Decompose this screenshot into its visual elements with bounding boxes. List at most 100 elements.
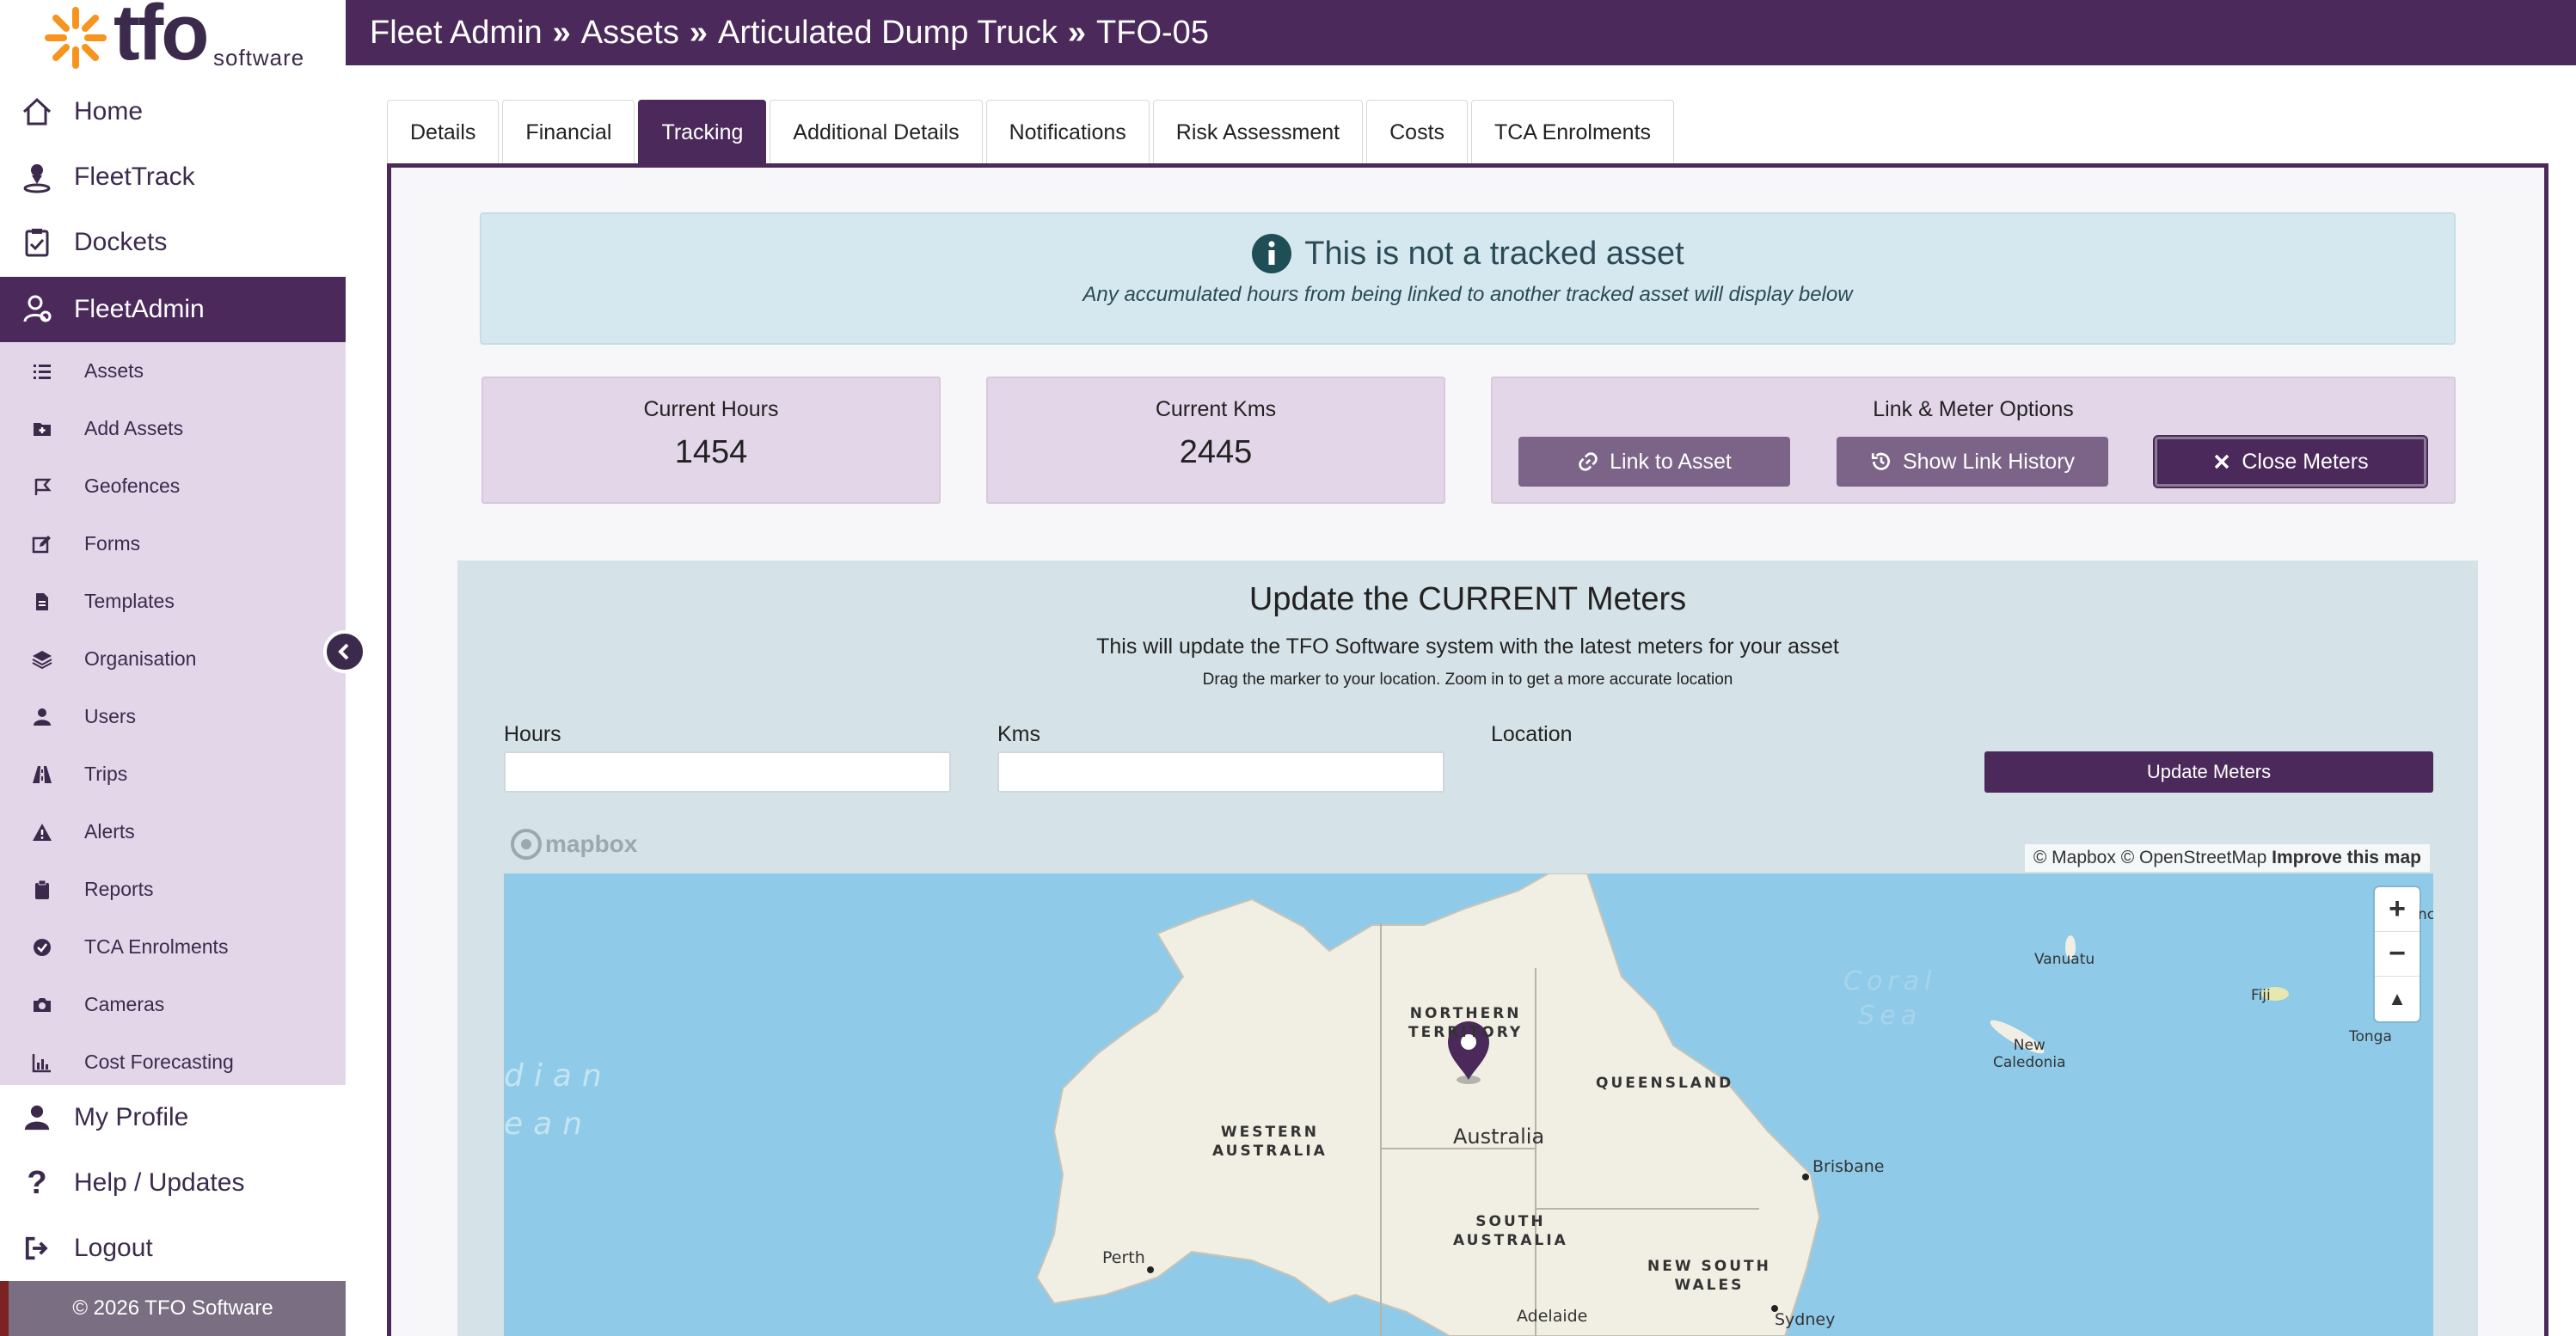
map-attribution: © Mapbox © OpenStreetMap Improve this ma… bbox=[2024, 844, 2430, 872]
sidebar-item-templates[interactable]: Templates bbox=[0, 573, 346, 630]
location-map[interactable]: NORTHERN TERRITORY QUEENSLAND WESTERN AUST… bbox=[504, 873, 2433, 1336]
sidebar-item-reports[interactable]: Reports bbox=[0, 861, 346, 918]
tab-additional-details[interactable]: Additional Details bbox=[770, 100, 983, 165]
nav-logout[interactable]: Logout bbox=[0, 1216, 346, 1281]
map-label-qld: QUEENSLAND bbox=[1596, 1075, 1734, 1092]
current-hours-label: Current Hours bbox=[643, 397, 779, 421]
sidebar-item-geofences[interactable]: Geofences bbox=[0, 457, 346, 515]
minus-icon: − bbox=[2389, 937, 2406, 970]
mapbox-logo[interactable]: mapbox bbox=[511, 829, 637, 860]
show-link-history-button[interactable]: Show Link History bbox=[1837, 437, 2108, 487]
link-icon bbox=[1579, 452, 1598, 471]
update-meters-hint: Drag the marker to your location. Zoom i… bbox=[1202, 671, 1733, 689]
sidebar-item-cameras[interactable]: Cameras bbox=[0, 976, 346, 1033]
current-kms-value: 2445 bbox=[1179, 434, 1253, 470]
mapbox-brand-text: mapbox bbox=[545, 830, 638, 857]
nav-fleetadmin[interactable]: FleetAdmin bbox=[0, 277, 346, 342]
wa-line-2: AUSTRALIA bbox=[1212, 1143, 1328, 1160]
tab-financial[interactable]: Financial bbox=[502, 100, 635, 165]
chevron-left-icon bbox=[338, 643, 349, 660]
breadcrumb: Fleet Admin » Assets » Articulated Dump … bbox=[346, 0, 2576, 65]
zoom-in-button[interactable]: + bbox=[2375, 887, 2420, 932]
coral-line-1: Coral bbox=[1843, 966, 1937, 996]
link-to-asset-button[interactable]: Link to Asset bbox=[1518, 437, 1790, 487]
nav-dockets[interactable]: Dockets bbox=[0, 210, 346, 275]
hours-input[interactable] bbox=[504, 751, 951, 793]
footer-accent bbox=[0, 1281, 9, 1336]
user-icon bbox=[0, 1103, 74, 1132]
logout-icon bbox=[0, 1235, 74, 1261]
history-icon bbox=[1871, 452, 1890, 470]
breadcrumb-item[interactable]: Fleet Admin bbox=[370, 15, 543, 52]
close-meters-label: Close Meters bbox=[2242, 449, 2369, 474]
tab-bar: Details Financial Tracking Additional De… bbox=[387, 100, 1677, 165]
sidebar-item-label: Cost Forecasting bbox=[84, 1051, 234, 1073]
attribution-text[interactable]: © Mapbox © OpenStreetMap bbox=[2033, 848, 2266, 867]
sidebar-item-forms[interactable]: Forms bbox=[0, 515, 346, 573]
sidebar-item-users[interactable]: Users bbox=[0, 688, 346, 745]
sidebar-item-alerts[interactable]: Alerts bbox=[0, 803, 346, 861]
zoom-out-button[interactable]: − bbox=[2375, 932, 2420, 977]
tab-details[interactable]: Details bbox=[387, 100, 500, 165]
sidebar-footer: © 2026 TFO Software bbox=[0, 1281, 346, 1336]
sidebar-item-label: Users bbox=[84, 705, 137, 727]
sidebar-item-trips[interactable]: Trips bbox=[0, 745, 346, 803]
nav-help-updates[interactable]: ? Help / Updates bbox=[0, 1150, 346, 1216]
mapbox-icon bbox=[511, 829, 542, 860]
road-icon bbox=[0, 764, 84, 785]
sidebar-item-label: Add Assets bbox=[84, 417, 184, 439]
improve-map-link[interactable]: Improve this map bbox=[2272, 848, 2421, 867]
layers-icon bbox=[0, 649, 84, 670]
link-meter-options-label: Link & Meter Options bbox=[1873, 397, 2074, 421]
sidebar-item-add-assets[interactable]: Add Assets bbox=[0, 400, 346, 457]
nav-fleettrack[interactable]: FleetTrack bbox=[0, 144, 346, 210]
sidebar-item-organisation[interactable]: Organisation bbox=[0, 630, 346, 688]
nav-label: FleetAdmin bbox=[74, 295, 205, 323]
nav-my-profile[interactable]: My Profile bbox=[0, 1085, 346, 1150]
reset-north-button[interactable]: ▲ bbox=[2375, 977, 2420, 1021]
collapse-sidebar-button[interactable] bbox=[323, 630, 366, 673]
sidebar-item-cost-forecasting[interactable]: Cost Forecasting bbox=[0, 1033, 346, 1091]
tab-costs[interactable]: Costs bbox=[1366, 100, 1469, 165]
user-icon bbox=[0, 707, 84, 727]
sunburst-icon bbox=[45, 7, 107, 69]
nav-home[interactable]: Home bbox=[0, 79, 346, 144]
logo-subtext: software bbox=[213, 45, 305, 70]
tab-notifications[interactable]: Notifications bbox=[985, 100, 1150, 165]
tfo-logo[interactable]: tfo software bbox=[38, 0, 313, 77]
logo-text: tfo bbox=[113, 0, 209, 77]
show-link-history-label: Show Link History bbox=[1902, 449, 2076, 474]
breadcrumb-item[interactable]: Articulated Dump Truck bbox=[718, 15, 1058, 52]
map-label-sa: SOUTH AUSTRALIA bbox=[1453, 1212, 1568, 1250]
breadcrumb-item[interactable]: Assets bbox=[581, 15, 679, 52]
close-meters-button[interactable]: Close Meters bbox=[2155, 437, 2426, 487]
plus-icon: + bbox=[2389, 892, 2406, 925]
breadcrumb-item: TFO-05 bbox=[1096, 14, 1209, 51]
sidebar-item-assets[interactable]: Assets bbox=[0, 342, 346, 400]
update-meters-button[interactable]: Update Meters bbox=[1984, 751, 2433, 793]
current-hours-value: 1454 bbox=[674, 434, 748, 470]
tab-tca-enrolments[interactable]: TCA Enrolments bbox=[1471, 100, 1675, 165]
map-label-brisbane: Brisbane bbox=[1812, 1157, 1885, 1176]
map-label-tonga: Tonga bbox=[2349, 1028, 2392, 1045]
check-circle-icon bbox=[0, 937, 84, 958]
nav-label: Home bbox=[74, 97, 144, 126]
camera-icon bbox=[0, 995, 84, 1015]
tab-risk-assessment[interactable]: Risk Assessment bbox=[1152, 100, 1364, 165]
nav-label: Help / Updates bbox=[74, 1168, 245, 1197]
map-label-adelaide: Adelaide bbox=[1517, 1307, 1588, 1326]
kms-input[interactable] bbox=[997, 751, 1444, 793]
sidebar-item-tca-enrolments[interactable]: TCA Enrolments bbox=[0, 918, 346, 976]
map-zoom-controls: + − ▲ bbox=[2375, 887, 2420, 1021]
nav-label: FleetTrack bbox=[74, 162, 195, 191]
caledonia-line-1: New bbox=[2013, 1037, 2045, 1054]
kms-label: Kms bbox=[997, 722, 1040, 746]
flag-icon bbox=[0, 476, 84, 497]
breadcrumb-separator: » bbox=[552, 14, 571, 51]
tab-tracking[interactable]: Tracking bbox=[638, 100, 767, 165]
nt-line-2: TERRITORY bbox=[1408, 1024, 1524, 1041]
nav-label: Dockets bbox=[74, 228, 168, 256]
sidebar-item-label: Assets bbox=[84, 359, 144, 382]
nt-line-1: NORTHERN bbox=[1409, 1005, 1522, 1022]
file-icon bbox=[0, 591, 84, 612]
